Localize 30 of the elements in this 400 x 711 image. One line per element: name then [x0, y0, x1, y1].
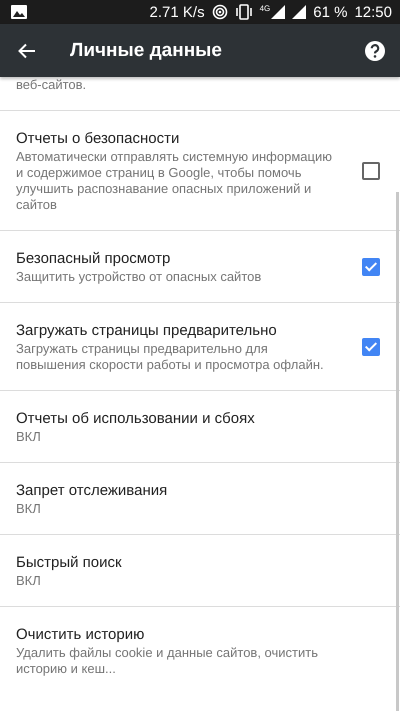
- network-type: 4G: [260, 4, 270, 13]
- setting-title[interactable]: Безопасный просмотр: [16, 249, 338, 269]
- setting-value: ВКЛ: [16, 501, 42, 517]
- setting-value: ВКЛ: [16, 429, 42, 445]
- setting-title[interactable]: Запрет отслеживания: [16, 481, 338, 501]
- hotspot-icon: [212, 4, 228, 20]
- page-title: Личные данные: [70, 40, 222, 62]
- network-speed: 2.71 K/s: [150, 4, 205, 20]
- checkbox[interactable]: [362, 338, 380, 356]
- clock: 12:50: [354, 4, 392, 20]
- checkbox[interactable]: [362, 258, 380, 276]
- setting-summary: Автоматически отправлять системную информацию и содержимое страниц в Google, чтобы помочь улучшить распознавание опасных приложений и сайтов: [16, 149, 333, 213]
- signal-icon: [292, 5, 306, 19]
- setting-summary: Загружать страницы предварительно для повышения скорости работы и просмотра офлайн.: [16, 341, 325, 373]
- setting-summary: Удалить файлы cookie и данные сайтов, очистить историю и кеш...: [16, 645, 319, 677]
- setting-title[interactable]: Отчеты о безопасности: [16, 129, 338, 149]
- setting-title[interactable]: Очистить историю: [16, 625, 338, 645]
- vibrate-icon: [234, 4, 253, 20]
- setting-summary: веб-сайтов.: [16, 77, 88, 93]
- battery-level: 61 %: [313, 4, 348, 20]
- setting-summary: Защитить устройство от опасных сайтов: [16, 269, 262, 285]
- image-icon: [11, 5, 27, 19]
- signal-icon: [271, 5, 286, 19]
- setting-title[interactable]: Загружать страницы предварительно: [16, 321, 338, 341]
- setting-value: ВКЛ: [16, 573, 42, 589]
- setting-title[interactable]: Отчеты об использовании и сбоях: [16, 409, 338, 429]
- back-arrow-icon[interactable]: [18, 42, 36, 58]
- setting-title[interactable]: Быстрый поиск: [16, 553, 338, 573]
- checkbox[interactable]: [362, 162, 380, 180]
- help-icon[interactable]: [364, 40, 386, 62]
